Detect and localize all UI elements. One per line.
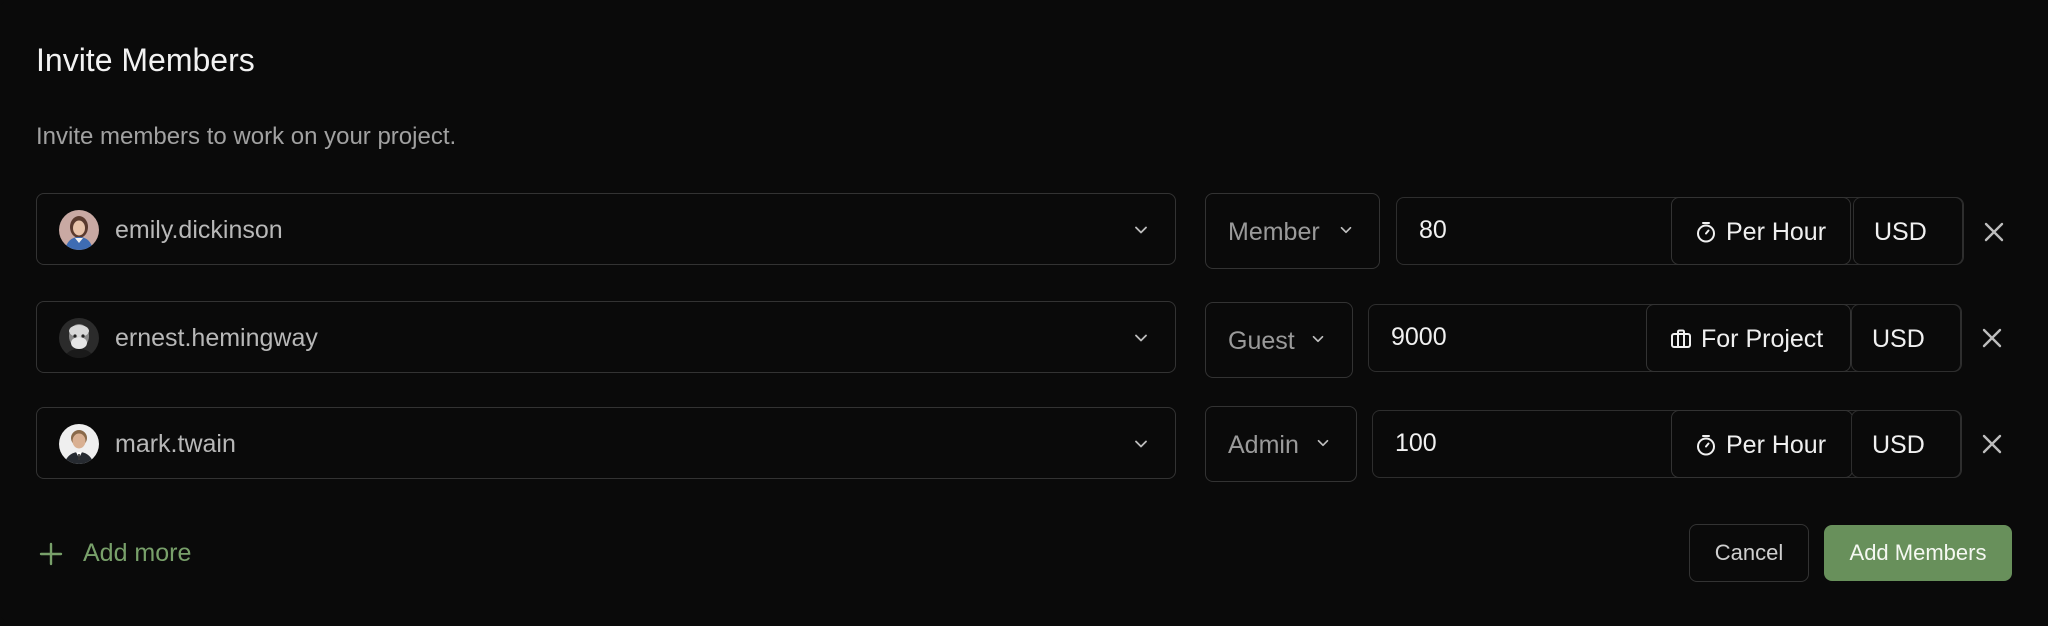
member-row: ernest.hemingway Guest For Project bbox=[0, 298, 2048, 378]
stopwatch-icon bbox=[1697, 221, 1715, 242]
cancel-button[interactable]: Cancel bbox=[1689, 524, 1809, 582]
currency-label: USD bbox=[1872, 430, 1925, 459]
role-select[interactable]: Member bbox=[1205, 193, 1380, 269]
invite-members-dialog: Invite Members Invite members to work on… bbox=[0, 0, 2048, 622]
rate-type-button[interactable]: Per Hour bbox=[1671, 409, 1853, 478]
remove-row-icon[interactable] bbox=[1974, 426, 2010, 462]
chevron-down-icon bbox=[1317, 439, 1329, 447]
username: mark.twain bbox=[115, 430, 236, 458]
briefcase-icon bbox=[1671, 329, 1691, 348]
user-select[interactable]: mark.twain bbox=[36, 407, 1176, 479]
rate-type-label: Per Hour bbox=[1726, 217, 1827, 246]
rate-input-group: Per Hour USD bbox=[1396, 196, 1964, 265]
rate-type-label: Per Hour bbox=[1726, 430, 1827, 459]
rate-type-button[interactable]: For Project bbox=[1646, 303, 1851, 372]
remove-row-icon[interactable] bbox=[1974, 320, 2010, 356]
chevron-down-icon bbox=[1340, 226, 1352, 234]
chevron-down-icon bbox=[1135, 226, 1147, 234]
amount-input[interactable] bbox=[1373, 411, 1673, 476]
chevron-down-icon bbox=[1135, 440, 1147, 448]
member-row: emily.dickinson Member Per Hour bbox=[0, 192, 2048, 272]
currency-button[interactable]: USD bbox=[1851, 303, 1961, 372]
currency-label: USD bbox=[1872, 324, 1925, 353]
rate-type-label: For Project bbox=[1701, 324, 1824, 353]
role-label: Admin bbox=[1228, 431, 1299, 459]
rate-input-group: Per Hour USD bbox=[1372, 409, 1962, 478]
add-more-label: Add more bbox=[83, 539, 192, 567]
member-row: mark.twain Admin Per Hour USD bbox=[0, 404, 2048, 484]
avatar bbox=[59, 424, 99, 464]
avatar bbox=[59, 318, 99, 358]
amount-input[interactable] bbox=[1397, 198, 1672, 263]
role-select[interactable]: Guest bbox=[1205, 302, 1353, 378]
dialog-title: Invite Members bbox=[36, 42, 255, 78]
role-label: Guest bbox=[1228, 327, 1295, 355]
rate-type-button[interactable]: Per Hour bbox=[1671, 196, 1851, 265]
rate-input-group: For Project USD bbox=[1368, 303, 1962, 372]
stopwatch-icon bbox=[1697, 434, 1715, 455]
chevron-down-icon bbox=[1135, 334, 1147, 342]
currency-button[interactable]: USD bbox=[1853, 196, 1963, 265]
avatar bbox=[59, 210, 99, 250]
add-members-button[interactable]: Add Members bbox=[1824, 525, 2012, 581]
user-select[interactable]: ernest.hemingway bbox=[36, 301, 1176, 373]
user-select[interactable]: emily.dickinson bbox=[36, 193, 1176, 265]
chevron-down-icon bbox=[1312, 335, 1324, 343]
currency-button[interactable]: USD bbox=[1851, 409, 1961, 478]
plus-icon bbox=[39, 542, 63, 566]
remove-row-icon[interactable] bbox=[1976, 214, 2012, 250]
role-select[interactable]: Admin bbox=[1205, 406, 1357, 482]
dialog-description: Invite members to work on your project. bbox=[36, 123, 457, 150]
role-label: Member bbox=[1228, 218, 1320, 246]
username: ernest.hemingway bbox=[115, 324, 318, 352]
amount-input[interactable] bbox=[1369, 305, 1647, 370]
currency-label: USD bbox=[1874, 217, 1927, 246]
username: emily.dickinson bbox=[115, 216, 283, 244]
